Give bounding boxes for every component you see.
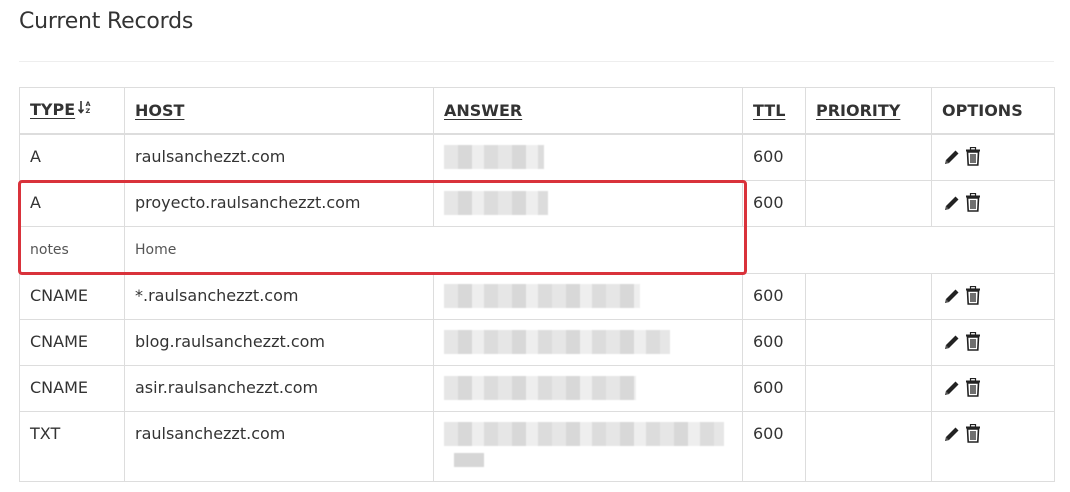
- table-row: A proyecto.raulsanchezzt.com 600: [19, 180, 1055, 227]
- record-type: CNAME: [19, 273, 125, 320]
- record-ttl: 600: [742, 365, 806, 412]
- sort-by-answer-link[interactable]: ANSWER: [444, 101, 522, 120]
- record-answer: [433, 411, 743, 482]
- edit-pencil-icon[interactable]: [943, 379, 961, 397]
- header-ttl[interactable]: TTL: [742, 87, 806, 135]
- trash-icon[interactable]: [965, 286, 981, 305]
- sort-by-type-link[interactable]: TYPE: [30, 100, 75, 119]
- record-ttl: 600: [742, 180, 806, 227]
- header-priority[interactable]: PRIORITY: [805, 87, 932, 135]
- table-row: CNAME *.raulsanchezzt.com 600: [19, 273, 1055, 320]
- record-priority: [805, 319, 932, 366]
- trash-icon[interactable]: [965, 332, 981, 351]
- record-ttl: 600: [742, 319, 806, 366]
- table-header-row: TYPE A Z HOST ANSWER TTL PRIORITY OPTIONS: [19, 87, 1055, 135]
- record-host: raulsanchezzt.com: [124, 411, 434, 482]
- record-host: blog.raulsanchezzt.com: [124, 319, 434, 366]
- edit-pencil-icon[interactable]: [943, 333, 961, 351]
- record-answer: [433, 273, 743, 320]
- table-row: CNAME blog.raulsanchezzt.com 600: [19, 319, 1055, 366]
- table-row: A raulsanchezzt.com 600: [19, 133, 1055, 181]
- record-answer: [433, 180, 743, 227]
- record-options: [931, 180, 1055, 227]
- record-priority: [805, 411, 932, 482]
- record-ttl: 600: [742, 411, 806, 482]
- table-row: TXT raulsanchezzt.com 600: [19, 411, 1055, 482]
- svg-text:Z: Z: [86, 107, 91, 114]
- edit-pencil-icon[interactable]: [943, 148, 961, 166]
- redacted-answer: [444, 330, 670, 354]
- record-type: A: [19, 133, 125, 181]
- redacted-answer: [444, 422, 724, 446]
- record-type: CNAME: [19, 319, 125, 366]
- record-priority: [805, 180, 932, 227]
- trash-icon[interactable]: [965, 424, 981, 443]
- sort-alpha-icon[interactable]: AZ: [78, 100, 95, 121]
- record-type: CNAME: [19, 365, 125, 412]
- divider: [19, 61, 1054, 62]
- record-ttl: 600: [742, 273, 806, 320]
- records-table: TYPE A Z HOST ANSWER TTL PRIORITY OPTIONS …: [19, 87, 1055, 482]
- record-priority: [805, 273, 932, 320]
- edit-pencil-icon[interactable]: [943, 287, 961, 305]
- record-answer: [433, 365, 743, 412]
- page-title: Current Records: [19, 9, 194, 34]
- trash-icon[interactable]: [965, 193, 981, 212]
- record-type: A: [19, 180, 125, 227]
- sort-by-host-link[interactable]: HOST: [135, 101, 184, 120]
- record-options: [931, 273, 1055, 320]
- record-priority: [805, 133, 932, 181]
- table-row: CNAME asir.raulsanchezzt.com 600: [19, 365, 1055, 412]
- record-options: [931, 365, 1055, 412]
- sort-by-ttl-link[interactable]: TTL: [753, 101, 785, 120]
- notes-value: Home: [124, 226, 743, 274]
- trash-icon[interactable]: [965, 378, 981, 397]
- record-host: asir.raulsanchezzt.com: [124, 365, 434, 412]
- trash-icon[interactable]: [965, 147, 981, 166]
- record-host: proyecto.raulsanchezzt.com: [124, 180, 434, 227]
- edit-pencil-icon[interactable]: [943, 425, 961, 443]
- record-type: TXT: [19, 411, 125, 482]
- record-answer: [433, 319, 743, 366]
- redacted-answer: [444, 191, 548, 215]
- header-options: OPTIONS: [931, 87, 1055, 135]
- notes-row: notes Home: [19, 226, 1055, 274]
- header-type[interactable]: TYPE A Z: [19, 87, 125, 135]
- record-options: [931, 133, 1055, 181]
- redacted-answer: [444, 284, 640, 308]
- notes-empty-cell: [742, 226, 1055, 274]
- record-priority: [805, 365, 932, 412]
- header-host[interactable]: HOST: [124, 87, 434, 135]
- record-options: [931, 411, 1055, 482]
- record-options: [931, 319, 1055, 366]
- redacted-answer-line2: [454, 453, 484, 467]
- record-answer: [433, 133, 743, 181]
- record-host: *.raulsanchezzt.com: [124, 273, 434, 320]
- record-host: raulsanchezzt.com: [124, 133, 434, 181]
- redacted-answer: [444, 376, 636, 400]
- notes-label: notes: [19, 226, 125, 274]
- redacted-answer: [444, 145, 544, 169]
- header-answer[interactable]: ANSWER: [433, 87, 743, 135]
- sort-by-priority-link[interactable]: PRIORITY: [816, 101, 900, 120]
- edit-pencil-icon[interactable]: [943, 194, 961, 212]
- record-ttl: 600: [742, 133, 806, 181]
